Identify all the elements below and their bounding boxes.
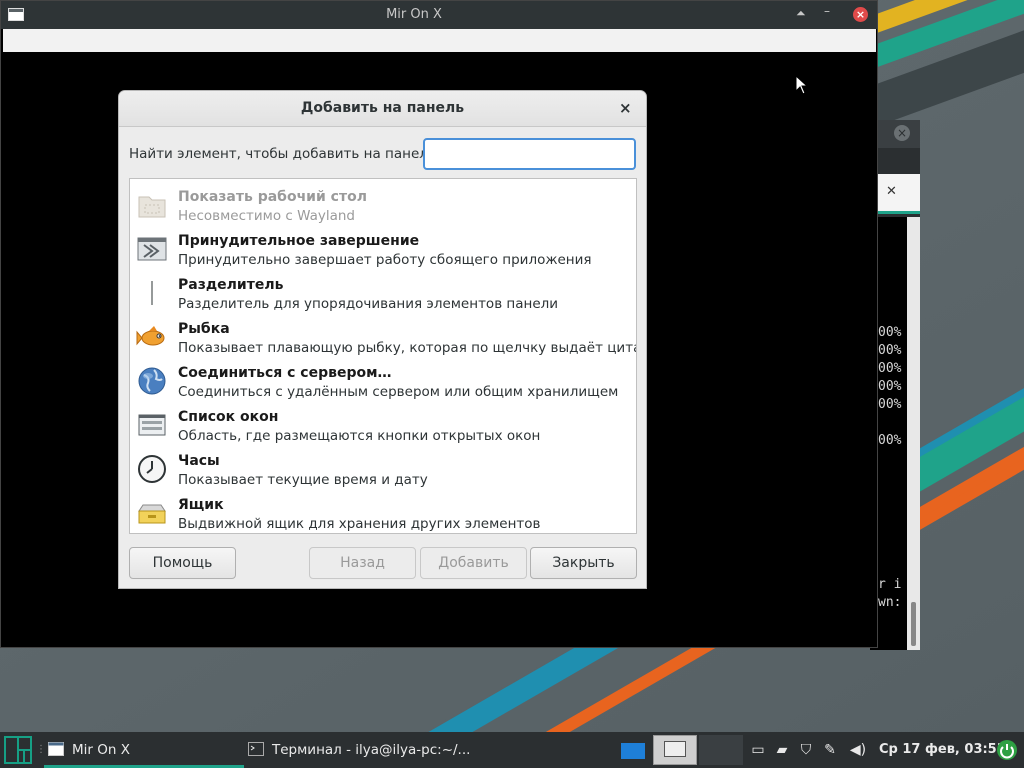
shield-icon[interactable]: ⛉	[797, 741, 815, 759]
dialog-close-icon[interactable]: ×	[619, 99, 632, 117]
terminal-scrollbar[interactable]	[907, 217, 920, 650]
taskbar-clock[interactable]: Ср 17 фев, 03:53	[879, 732, 1006, 768]
search-label: Найти элемент, чтобы добавить на панель:	[129, 146, 441, 162]
terminal-line: 00%	[878, 325, 902, 340]
mir-menubar	[3, 29, 876, 52]
panel-items-list[interactable]: Показать рабочий стол Несовместимо с Way…	[129, 178, 637, 534]
manjaro-menu-icon[interactable]	[4, 736, 32, 764]
item-description: Соединиться с удалённым сервером или общ…	[178, 384, 619, 400]
terminal-scrollbar-thumb[interactable]	[911, 602, 916, 646]
back-button[interactable]: Назад	[309, 547, 416, 579]
mir-window-title: Mir On X	[386, 7, 442, 22]
window-list-icon	[138, 414, 166, 436]
notification-icon[interactable]: ▭	[749, 741, 767, 759]
list-item-fish[interactable]: Рыбка Показывает плавающую рыбку, котора…	[130, 314, 636, 358]
item-name: Список окон	[178, 409, 279, 425]
list-item-clock[interactable]: Часы Показывает текущие время и дату	[130, 446, 636, 490]
terminal-line: 00%	[878, 361, 902, 376]
mouse-cursor-icon	[795, 75, 809, 95]
drawer-icon	[138, 504, 166, 524]
item-name: Принудительное завершение	[178, 233, 420, 249]
workspace-window-preview	[664, 741, 686, 757]
force-quit-icon	[137, 237, 167, 261]
workspace-window-preview	[621, 743, 645, 759]
item-description: Выдвижной ящик для хранения других элеме…	[178, 516, 541, 532]
terminal-line: 00%	[878, 433, 902, 448]
volume-icon[interactable]: ◀)	[849, 741, 867, 759]
tab-close-icon[interactable]: ✕	[886, 184, 897, 199]
terminal-line: 00%	[878, 397, 902, 412]
power-icon[interactable]	[996, 739, 1018, 761]
task-terminal[interactable]: Терминал - ilya@ilya-pc:~/...	[244, 732, 470, 768]
item-description: Несовместимо с Wayland	[178, 208, 355, 224]
taskbar: ⋮ Mir On X Терминал - ilya@ilya-pc:~/...…	[0, 732, 1024, 768]
close-button[interactable]: Закрыть	[530, 547, 637, 579]
workspace-3[interactable]	[699, 735, 743, 765]
list-item-force-quit[interactable]: Принудительное завершение Принудительно …	[130, 226, 636, 270]
item-name: Разделитель	[178, 277, 284, 293]
list-item-separator[interactable]: Разделитель Разделитель для упорядочиван…	[130, 270, 636, 314]
terminal-icon	[248, 742, 264, 756]
paperclip-icon[interactable]: ✎	[821, 741, 839, 759]
item-description: Показывает плавающую рыбку, которая по щ…	[178, 340, 637, 356]
globe-icon	[138, 367, 166, 395]
help-button[interactable]: Помощь	[129, 547, 236, 579]
workspace-2[interactable]	[653, 735, 697, 765]
minimize-icon[interactable]: –	[824, 4, 830, 18]
item-description: Область, где размещаются кнопки открытых…	[178, 428, 541, 444]
item-name: Рыбка	[178, 321, 230, 337]
close-icon[interactable]: ×	[853, 7, 868, 22]
maximize-icon[interactable]: ⏶	[796, 6, 806, 21]
add-to-panel-dialog: Добавить на панель × Найти элемент, чтоб…	[118, 90, 647, 589]
list-item-drawer[interactable]: Ящик Выдвижной ящик для хранения других …	[130, 490, 636, 533]
clock-icon	[138, 455, 166, 483]
dialog-title: Добавить на панель	[300, 100, 465, 116]
terminal-line: 00%	[878, 379, 902, 394]
task-label: Терминал - ilya@ilya-pc:~/...	[272, 742, 471, 758]
terminal-line: wn:	[878, 595, 902, 610]
fish-icon	[136, 326, 165, 346]
task-label: Mir On X	[72, 742, 130, 758]
list-item-show-desktop[interactable]: Показать рабочий стол Несовместимо с Way…	[130, 182, 636, 226]
item-name: Показать рабочий стол	[178, 189, 367, 205]
task-mir-on-x[interactable]: Mir On X	[44, 732, 244, 768]
window-app-icon	[48, 742, 64, 756]
workspace-1[interactable]	[615, 736, 651, 764]
separator-icon	[151, 281, 153, 305]
item-name: Соединиться с сервером…	[178, 365, 392, 381]
terminal-close-icon[interactable]: ×	[894, 125, 910, 141]
add-button[interactable]: Добавить	[420, 547, 527, 579]
list-item-window-list[interactable]: Список окон Область, где размещаются кно…	[130, 402, 636, 446]
mir-titlebar[interactable]: Mir On X ⏶ – ×	[1, 1, 877, 29]
dialog-header[interactable]: Добавить на панель ×	[119, 91, 646, 127]
item-name: Ящик	[178, 497, 224, 513]
show-desktop-icon	[138, 196, 166, 218]
list-item-connect-server[interactable]: Соединиться с сервером… Соединиться с уд…	[130, 358, 636, 402]
item-description: Принудительно завершает работу сбоящего …	[178, 252, 592, 268]
item-description: Показывает текущие время и дату	[178, 472, 428, 488]
item-name: Часы	[178, 453, 220, 469]
search-input[interactable]	[423, 138, 636, 170]
terminal-line: 00%	[878, 343, 902, 358]
terminal-line: r i	[878, 577, 902, 592]
image-viewer-icon[interactable]: ▰	[773, 741, 791, 759]
item-description: Разделитель для упорядочивания элементов…	[178, 296, 559, 312]
